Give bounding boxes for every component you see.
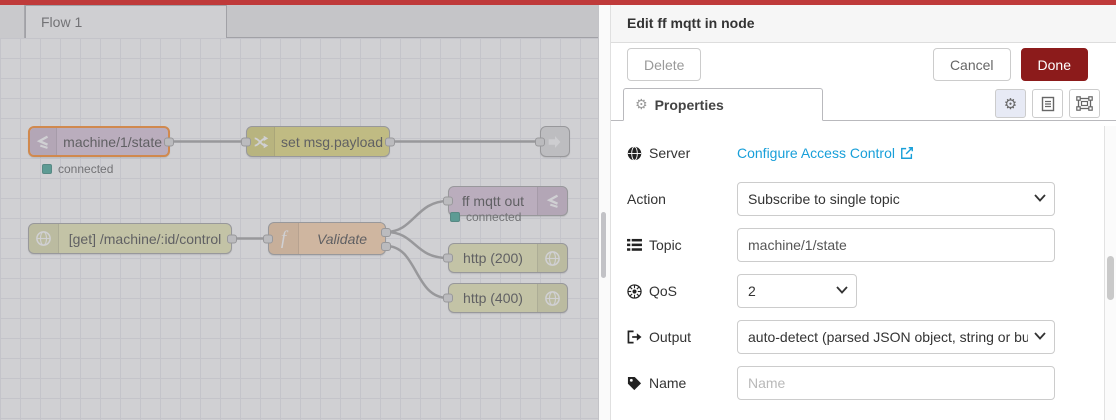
edit-node-panel: Edit ff mqtt in node Delete Cancel Done … — [610, 5, 1116, 420]
gear-icon: ⚙ — [635, 96, 648, 113]
output-port-2[interactable] — [381, 242, 391, 251]
flow-tab-label: Flow 1 — [41, 14, 83, 30]
status-text: connected — [466, 210, 522, 224]
tab-properties[interactable]: ⚙ Properties — [623, 88, 823, 121]
link-out-icon — [548, 135, 561, 148]
tab-bar-stub — [0, 5, 25, 38]
field-row-qos: QoS 2 — [627, 274, 1100, 308]
output-port-1[interactable] — [381, 228, 391, 237]
mqtt-icon — [537, 187, 567, 215]
input-port[interactable] — [263, 234, 273, 243]
editor-view-buttons: ⚙ — [995, 89, 1100, 118]
cancel-button[interactable]: Cancel — [932, 48, 1011, 81]
configure-server-link[interactable]: Configure Access Control — [737, 145, 914, 161]
node-label: http (400) — [463, 290, 523, 306]
field-row-topic: Topic — [627, 228, 1100, 262]
node-label: Validate — [316, 230, 368, 247]
node-label: machine/1/state — [63, 133, 162, 150]
output-port[interactable] — [385, 137, 395, 146]
globe-icon — [29, 224, 59, 253]
node-http-response-400[interactable]: http (400) — [443, 283, 568, 313]
mqtt-icon — [30, 128, 58, 155]
input-port[interactable] — [443, 253, 453, 263]
globe-icon — [537, 244, 567, 272]
node-function[interactable]: f Validate — [263, 222, 391, 255]
node-http-in[interactable]: [get] /machine/:id/control — [28, 223, 237, 254]
flow-canvas[interactable]: machine/1/state connected set msg.payloa… — [0, 38, 598, 420]
node-label: http (200) — [463, 250, 523, 266]
properties-tab-label: Properties — [654, 96, 724, 113]
topic-input[interactable] — [737, 228, 1055, 262]
output-port[interactable] — [164, 137, 174, 146]
node-change[interactable]: set msg.payload — [241, 126, 395, 157]
topic-label: Topic — [627, 237, 737, 253]
qos-select-wrap: 2 — [737, 274, 857, 308]
description-view-button[interactable] — [1032, 89, 1063, 118]
node-status: connected — [450, 210, 521, 224]
editor-tab-row: ⚙ Properties ⚙ — [611, 86, 1116, 121]
qos-select[interactable]: 2 — [737, 274, 857, 308]
done-button[interactable]: Done — [1020, 48, 1088, 81]
node-link-out[interactable] — [535, 126, 570, 157]
output-port[interactable] — [227, 234, 237, 243]
sign-out-icon — [627, 330, 642, 344]
node-label: set msg.payload — [281, 133, 383, 150]
globe-icon — [537, 284, 567, 312]
name-label: Name — [627, 375, 737, 391]
qos-icon — [627, 283, 642, 299]
field-row-name: Name — [627, 366, 1100, 400]
panel-separator[interactable] — [598, 5, 610, 420]
node-label: ff mqtt out — [462, 193, 524, 209]
server-label: Server — [627, 145, 737, 161]
workspace-tab-bar: Flow 1 — [0, 5, 598, 38]
input-port[interactable] — [535, 137, 545, 146]
action-select[interactable]: Subscribe to single topic — [737, 182, 1055, 216]
tasks-icon — [627, 238, 642, 251]
document-icon — [1041, 96, 1054, 111]
node-http-response-200[interactable]: http (200) — [443, 243, 568, 273]
panel-scrollbar-thumb[interactable] — [1107, 256, 1114, 300]
output-select-wrap: auto-detect (parsed JSON object, string … — [737, 320, 1055, 354]
name-input[interactable] — [737, 366, 1055, 400]
status-dot — [42, 164, 52, 174]
delete-button[interactable]: Delete — [627, 48, 702, 81]
output-label: Output — [627, 329, 737, 345]
status-dot — [450, 212, 460, 222]
node-status: connected — [42, 162, 113, 176]
appearance-view-button[interactable] — [1069, 89, 1100, 118]
tab-flow-1[interactable]: Flow 1 — [25, 5, 227, 38]
wire[interactable] — [385, 244, 449, 300]
flow-workspace: Flow 1 machine/1/state connected set msg… — [0, 5, 598, 420]
field-row-action: Action Subscribe to single topic — [627, 182, 1100, 216]
action-select-wrap: Subscribe to single topic — [737, 182, 1055, 216]
action-label: Action — [627, 191, 666, 207]
shuffle-icon — [247, 127, 276, 156]
output-select[interactable]: auto-detect (parsed JSON object, string … — [737, 320, 1055, 354]
function-icon: f — [269, 223, 299, 254]
qos-label: QoS — [627, 283, 737, 299]
field-row-server: Server Configure Access Control — [627, 136, 1100, 170]
status-text: connected — [58, 162, 114, 176]
node-mqtt-in[interactable]: machine/1/state — [28, 126, 174, 157]
external-link-icon — [901, 147, 913, 159]
tag-icon — [627, 376, 642, 390]
node-red-editor: Flow 1 machine/1/state connected set msg… — [0, 0, 1116, 420]
field-row-output: Output auto-detect (parsed JSON object, … — [627, 320, 1100, 354]
wire[interactable] — [385, 199, 449, 234]
node-label: [get] /machine/:id/control — [68, 230, 222, 247]
node-properties-form: Server Configure Access Control Action S… — [611, 121, 1116, 400]
workspace-scrollbar-thumb[interactable] — [601, 212, 606, 278]
input-port[interactable] — [241, 137, 251, 146]
wire[interactable] — [385, 230, 449, 260]
globe-icon — [627, 145, 642, 161]
input-port[interactable] — [443, 293, 453, 303]
properties-view-button[interactable]: ⚙ — [995, 89, 1026, 118]
panel-scrollbar[interactable] — [1104, 126, 1116, 420]
panel-title: Edit ff mqtt in node — [611, 5, 1116, 43]
appearance-icon — [1076, 96, 1093, 111]
panel-button-row: Delete Cancel Done — [611, 43, 1116, 86]
gear-icon: ⚙ — [1003, 94, 1018, 113]
input-port[interactable] — [443, 196, 453, 206]
